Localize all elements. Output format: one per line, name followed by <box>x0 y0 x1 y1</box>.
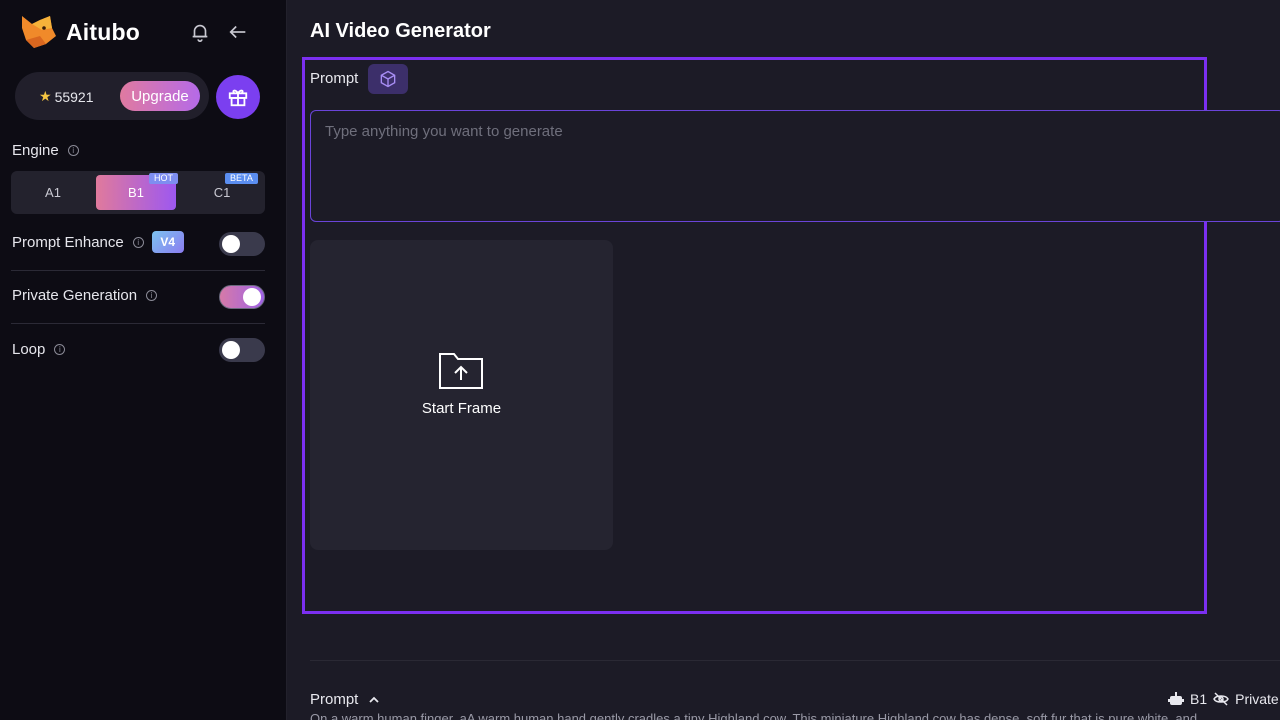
start-frame-label: Start Frame <box>421 400 502 417</box>
credits-pill: ★ 55921 Upgrade <box>15 72 209 120</box>
start-frame-upload[interactable]: Start Frame <box>310 240 613 550</box>
chevron-up-icon <box>369 696 379 703</box>
bell-icon[interactable] <box>189 21 211 43</box>
info-icon[interactable]: i <box>54 344 66 355</box>
fox-logo-icon <box>22 16 56 48</box>
cube-icon <box>380 70 396 88</box>
upgrade-button[interactable]: Upgrade <box>120 81 200 111</box>
info-icon[interactable]: i <box>146 290 158 301</box>
folder-upload-icon <box>439 353 483 389</box>
loop-label: Loop <box>12 341 46 358</box>
info-icon[interactable]: i <box>67 145 79 156</box>
private-generation-label: Private Generation <box>12 287 138 304</box>
page-title: AI Video Generator <box>310 20 491 42</box>
engine-label-row: Engine i <box>12 142 79 159</box>
toggle-knob <box>222 341 240 359</box>
beta-badge: BETA <box>225 173 258 184</box>
loop-toggle[interactable] <box>219 338 265 362</box>
toggle-knob <box>243 288 261 306</box>
toggle-knob <box>222 235 240 253</box>
prompt-preset-button[interactable] <box>368 64 408 94</box>
prompt-enhance-row: Prompt Enhance i V4 <box>12 231 184 253</box>
history-engine: B1 <box>1190 691 1208 707</box>
prompt-enhance-toggle[interactable] <box>219 232 265 256</box>
loop-row: Loop i <box>12 341 66 358</box>
history-prompt-label: Prompt <box>310 691 359 708</box>
arrow-left-icon[interactable] <box>227 21 249 43</box>
divider <box>11 323 265 324</box>
credits-amount: 55921 <box>54 88 94 105</box>
credits-balance: ★ 55921 <box>39 88 94 105</box>
gift-icon <box>228 89 248 107</box>
brand[interactable]: Aitubo <box>20 14 140 50</box>
engine-option-a1[interactable]: A1 <box>13 175 93 210</box>
engine-selector: A1 B1 C1 HOT BETA <box>11 171 265 214</box>
prompt-label: Prompt <box>310 70 359 87</box>
sidebar: Aitubo ★ 55921 Upgrade Engine i A1 B1 C1… <box>0 0 287 720</box>
divider <box>11 270 265 271</box>
engine-label: Engine <box>12 142 59 159</box>
history-meta: B1 Private <box>1168 691 1279 707</box>
prompt-input[interactable] <box>310 110 1280 222</box>
eye-off-icon <box>1213 692 1229 706</box>
private-generation-toggle[interactable] <box>219 285 265 309</box>
star-icon: ★ <box>39 88 52 104</box>
hot-badge: HOT <box>149 173 178 184</box>
brand-name: Aitubo <box>66 18 141 45</box>
gift-button[interactable] <box>216 75 260 119</box>
history-prompt-toggle[interactable]: Prompt <box>310 691 380 708</box>
history-visibility: Private <box>1235 691 1279 707</box>
robot-icon <box>1168 692 1184 705</box>
prompt-enhance-label: Prompt Enhance <box>12 233 124 251</box>
info-icon[interactable]: i <box>132 236 144 248</box>
v4-badge: V4 <box>151 231 184 253</box>
divider <box>310 660 1280 661</box>
history-prompt-text: On a warm human finger, aA warm human ha… <box>310 711 1198 720</box>
private-generation-row: Private Generation i <box>12 287 158 304</box>
